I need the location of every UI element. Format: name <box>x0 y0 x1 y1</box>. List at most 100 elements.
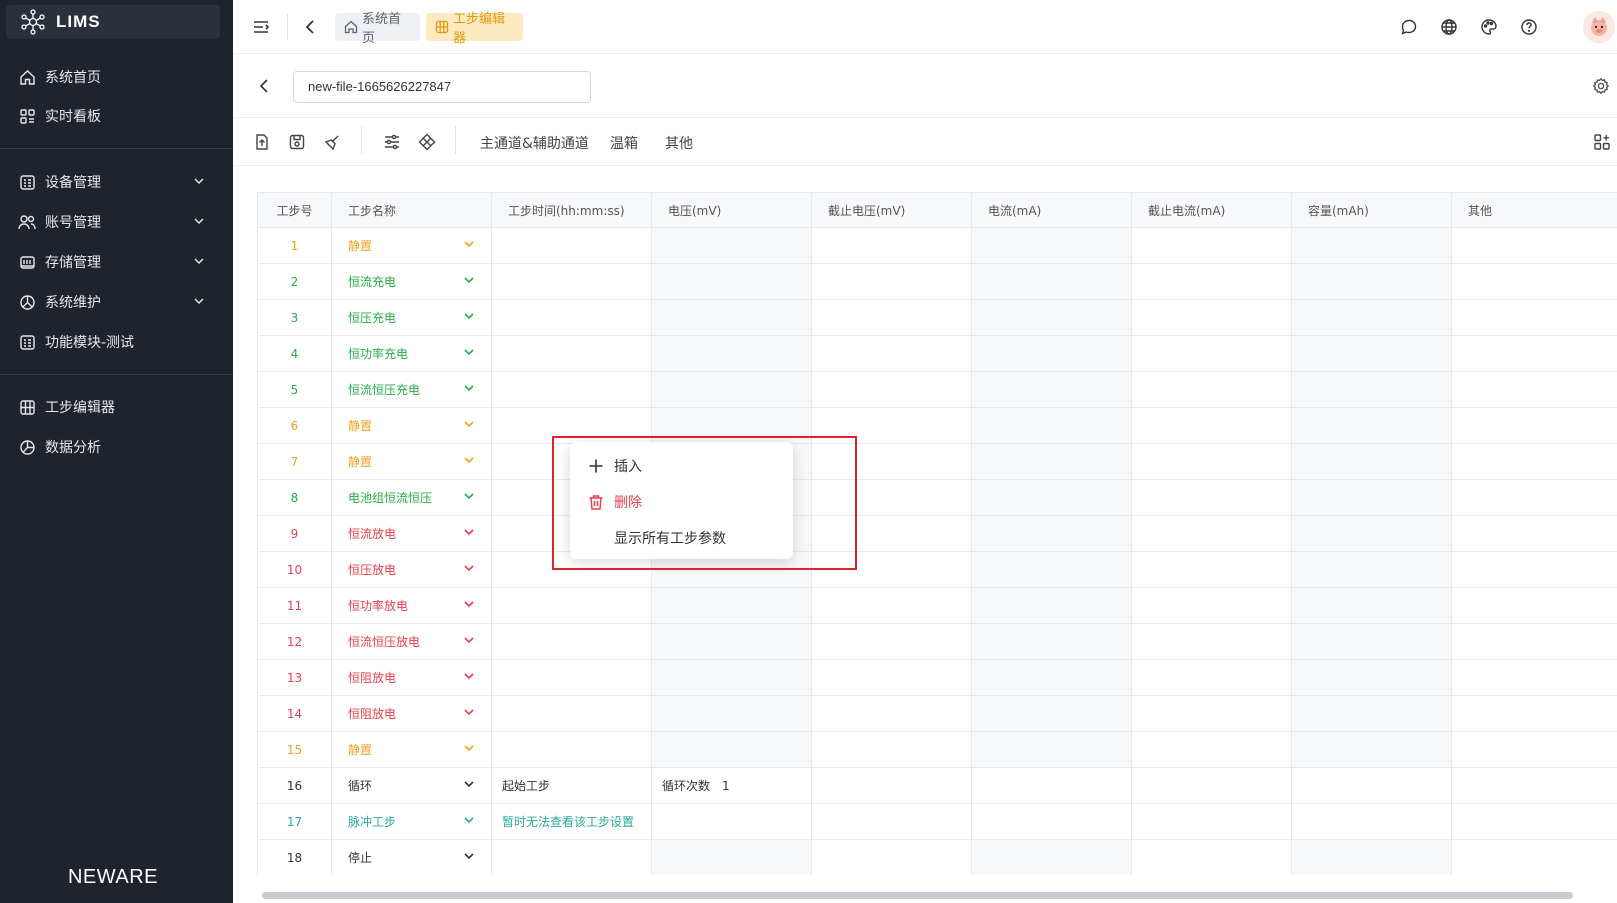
tab-other[interactable]: 其他 <box>665 133 693 153</box>
step-name-select[interactable]: 电池组恒流恒压 <box>331 479 492 516</box>
file-name-input[interactable]: new-file-1665626227847 <box>293 71 591 103</box>
cutoff-voltage-cell[interactable] <box>811 227 972 264</box>
other-cell[interactable] <box>1451 335 1617 372</box>
cutoff-current-cell[interactable] <box>1131 263 1292 300</box>
current-cell[interactable] <box>971 695 1132 732</box>
table-row[interactable]: 8 电池组恒流恒压 <box>257 479 1617 516</box>
step-time-cell[interactable] <box>491 731 652 768</box>
capacity-cell[interactable] <box>1291 623 1452 660</box>
capacity-cell[interactable] <box>1291 587 1452 624</box>
capacity-cell[interactable] <box>1291 299 1452 336</box>
current-cell[interactable] <box>971 551 1132 588</box>
current-cell[interactable] <box>971 371 1132 408</box>
current-cell[interactable] <box>971 299 1132 336</box>
step-name-select[interactable]: 恒阻放电 <box>331 659 492 696</box>
cutoff-voltage-cell[interactable] <box>811 623 972 660</box>
capacity-cell[interactable] <box>1291 803 1452 840</box>
step-time-cell[interactable] <box>491 263 652 300</box>
cutoff-voltage-cell[interactable] <box>811 335 972 372</box>
cutoff-current-cell[interactable] <box>1131 803 1292 840</box>
step-time-cell[interactable] <box>491 299 652 336</box>
table-row[interactable]: 3 恒压充电 <box>257 299 1617 336</box>
step-name-select[interactable]: 恒阻放电 <box>331 695 492 732</box>
current-cell[interactable] <box>971 731 1132 768</box>
sidebar-item-step-editor[interactable]: 工步编辑器 <box>0 387 233 427</box>
voltage-cell[interactable] <box>651 263 812 300</box>
step-name-select[interactable]: 恒流恒压充电 <box>331 371 492 408</box>
sidebar-item-module-test[interactable]: 功能模块-测试 <box>0 322 233 362</box>
cutoff-current-cell[interactable] <box>1131 479 1292 516</box>
other-cell[interactable] <box>1451 371 1617 408</box>
step-name-select[interactable]: 恒流充电 <box>331 263 492 300</box>
avatar[interactable] <box>1583 11 1615 43</box>
step-name-select[interactable]: 静置 <box>331 731 492 768</box>
other-cell[interactable] <box>1451 443 1617 480</box>
step-time-cell[interactable] <box>491 227 652 264</box>
step-name-select[interactable]: 恒流恒压放电 <box>331 623 492 660</box>
voltage-cell[interactable] <box>651 299 812 336</box>
current-cell[interactable] <box>971 515 1132 552</box>
table-row[interactable]: 18 停止 <box>257 839 1617 875</box>
step-time-cell[interactable] <box>491 335 652 372</box>
message-icon[interactable] <box>1398 16 1420 38</box>
other-cell[interactable] <box>1451 731 1617 768</box>
table-row[interactable]: 6 静置 <box>257 407 1617 444</box>
current-cell[interactable] <box>971 407 1132 444</box>
capacity-cell[interactable] <box>1291 407 1452 444</box>
current-cell[interactable] <box>971 263 1132 300</box>
voltage-cell[interactable]: 循环次数 1 <box>651 767 812 804</box>
table-row[interactable]: 14 恒阻放电 <box>257 695 1617 732</box>
cutoff-voltage-cell[interactable] <box>811 263 972 300</box>
cutoff-voltage-cell[interactable] <box>811 659 972 696</box>
step-name-select[interactable]: 静置 <box>331 443 492 480</box>
voltage-cell[interactable] <box>651 371 812 408</box>
other-cell[interactable] <box>1451 767 1617 804</box>
sidebar-item-device-management[interactable]: 设备管理 <box>0 162 233 202</box>
tab-temperature-chamber[interactable]: 温箱 <box>610 133 638 153</box>
table-row[interactable]: 10 恒压放电 <box>257 551 1617 588</box>
capacity-cell[interactable] <box>1291 443 1452 480</box>
cutoff-current-cell[interactable] <box>1131 659 1292 696</box>
voltage-cell[interactable] <box>651 227 812 264</box>
capacity-cell[interactable] <box>1291 839 1452 875</box>
capacity-cell[interactable] <box>1291 335 1452 372</box>
other-cell[interactable] <box>1451 623 1617 660</box>
step-name-select[interactable]: 恒功率充电 <box>331 335 492 372</box>
other-cell[interactable] <box>1451 551 1617 588</box>
capacity-cell[interactable] <box>1291 551 1452 588</box>
other-cell[interactable] <box>1451 263 1617 300</box>
collapse-sidebar-icon[interactable] <box>250 16 272 38</box>
palette-icon[interactable] <box>1478 16 1500 38</box>
step-name-select[interactable]: 恒压充电 <box>331 299 492 336</box>
cutoff-voltage-cell[interactable] <box>811 803 972 840</box>
sidebar-item-data-analysis[interactable]: 数据分析 <box>0 427 233 467</box>
step-name-select[interactable]: 恒流放电 <box>331 515 492 552</box>
cutoff-current-cell[interactable] <box>1131 335 1292 372</box>
cutoff-current-cell[interactable] <box>1131 551 1292 588</box>
voltage-cell[interactable] <box>651 695 812 732</box>
upload-icon[interactable] <box>251 131 273 153</box>
table-row[interactable]: 17 脉冲工步 暂时无法查看该工步设置 <box>257 803 1617 840</box>
other-cell[interactable] <box>1451 515 1617 552</box>
gear-icon[interactable] <box>1590 75 1612 97</box>
other-cell[interactable] <box>1451 839 1617 875</box>
step-name-select[interactable]: 停止 <box>331 839 492 875</box>
voltage-cell[interactable] <box>651 623 812 660</box>
menu-item-delete[interactable]: 删除 <box>570 484 793 520</box>
app-logo[interactable]: LIMS <box>6 5 220 39</box>
other-cell[interactable] <box>1451 587 1617 624</box>
current-cell[interactable] <box>971 767 1132 804</box>
step-time-cell[interactable] <box>491 623 652 660</box>
step-name-select[interactable]: 静置 <box>331 227 492 264</box>
voltage-cell[interactable] <box>651 659 812 696</box>
cutoff-voltage-cell[interactable] <box>811 839 972 875</box>
table-row[interactable]: 16 循环 起始工步 循环次数 1 <box>257 767 1617 804</box>
step-name-select[interactable]: 恒功率放电 <box>331 587 492 624</box>
step-name-select[interactable]: 循环 <box>331 767 492 804</box>
cutoff-current-cell[interactable] <box>1131 695 1292 732</box>
cutoff-current-cell[interactable] <box>1131 407 1292 444</box>
step-time-cell[interactable] <box>491 659 652 696</box>
loop-count-value[interactable]: 1 <box>722 779 730 793</box>
current-cell[interactable] <box>971 623 1132 660</box>
tab-channels[interactable]: 主通道&辅助通道 <box>480 133 589 153</box>
